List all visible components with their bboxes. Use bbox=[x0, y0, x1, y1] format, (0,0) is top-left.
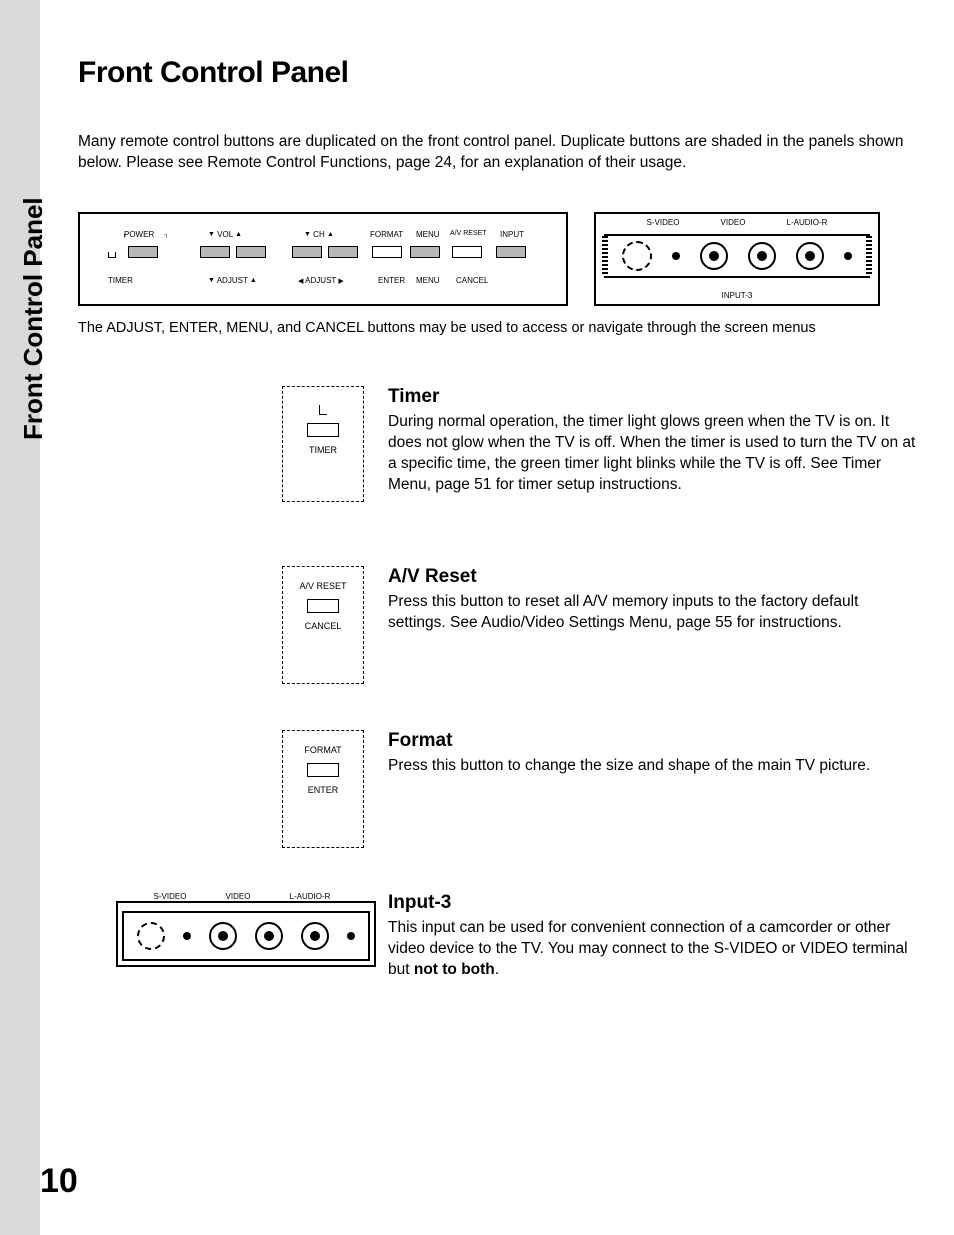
timer-heading: Timer bbox=[388, 386, 918, 408]
avreset-heading: A/V Reset bbox=[388, 566, 918, 588]
format-diagram: FORMAT ENTER bbox=[282, 730, 364, 848]
panel-ridge-left bbox=[602, 236, 608, 276]
timer-diagram: TIMER bbox=[282, 386, 364, 502]
lbl-enter: ENTER bbox=[378, 276, 405, 285]
btn-vol-up bbox=[236, 246, 266, 258]
format-body: Press this button to change the size and… bbox=[388, 756, 918, 777]
input3-panel bbox=[116, 901, 376, 967]
screw-icon bbox=[844, 252, 852, 260]
btn-vol-down bbox=[200, 246, 230, 258]
page-content: Front Control Panel Many remote control … bbox=[78, 56, 918, 981]
timer-label: TIMER bbox=[309, 445, 337, 455]
input3-labels: S-VIDEO VIDEO L-AUDIO-R bbox=[116, 892, 368, 901]
audio-l-jack-icon bbox=[255, 922, 283, 950]
avreset-top-label: A/V RESET bbox=[299, 581, 346, 591]
avreset-bottom-label: CANCEL bbox=[305, 621, 342, 631]
btn-input bbox=[496, 246, 526, 258]
audio-r-jack-icon bbox=[301, 922, 329, 950]
led-indicator bbox=[108, 252, 116, 258]
panel-ridge-right bbox=[866, 236, 872, 276]
lbl-avreset: A/V RESET bbox=[450, 230, 487, 237]
lbl-adjust2: ADJUST bbox=[305, 276, 336, 285]
lbl-video2: VIDEO bbox=[226, 892, 251, 901]
feature-timer: TIMER Timer During normal operation, the… bbox=[188, 386, 918, 502]
lbl-svideo: S-VIDEO bbox=[647, 218, 680, 227]
lbl-timer: TIMER bbox=[108, 276, 133, 285]
svideo-jack-icon bbox=[137, 922, 165, 950]
video-jack-icon bbox=[209, 922, 237, 950]
lbl-adjust1: ADJUST bbox=[217, 276, 248, 285]
avreset-body: Press this button to reset all A/V memor… bbox=[388, 592, 918, 634]
mini-button-icon bbox=[307, 763, 339, 777]
led-shape-icon bbox=[319, 405, 327, 415]
lbl-input: INPUT bbox=[500, 230, 524, 239]
lbl-laudior2: L-AUDIO-R bbox=[290, 892, 331, 901]
format-heading: Format bbox=[388, 730, 918, 752]
lbl-menu2: MENU bbox=[416, 276, 440, 285]
lbl-laudior: L-AUDIO-R bbox=[787, 218, 828, 227]
screw-icon bbox=[183, 932, 191, 940]
btn-format bbox=[372, 246, 402, 258]
lbl-svideo2: S-VIDEO bbox=[154, 892, 187, 901]
screw-icon bbox=[347, 932, 355, 940]
input3-body-bold: not to both bbox=[414, 961, 495, 978]
audio-r-jack-icon bbox=[796, 242, 824, 270]
audio-l-jack-icon bbox=[748, 242, 776, 270]
screw-icon bbox=[672, 252, 680, 260]
feature-avreset: A/V RESET CANCEL A/V Reset Press this bu… bbox=[188, 566, 918, 684]
lbl-cancel: CANCEL bbox=[456, 276, 488, 285]
front-jacks-panel: S-VIDEO VIDEO L-AUDIO-R INPUT-3 bbox=[594, 212, 880, 306]
feature-input3: S-VIDEO VIDEO L-AUDIO-R Input-3 This inp… bbox=[108, 892, 918, 981]
mini-button-icon bbox=[307, 599, 339, 613]
lbl-ch: CH bbox=[313, 230, 325, 239]
lbl-vol: VOL bbox=[217, 230, 233, 239]
page-title: Front Control Panel bbox=[78, 56, 918, 90]
front-buttons-panel: POWER ┌ ┐ ▼ VOL ▲ ▼ CH ▲ FORMAT MENU A/V… bbox=[78, 212, 568, 306]
side-tab-label: Front Control Panel bbox=[18, 197, 49, 440]
lbl-power: POWER bbox=[124, 230, 154, 239]
timer-body: During normal operation, the timer light… bbox=[388, 412, 918, 496]
btn-ch-down bbox=[292, 246, 322, 258]
page-number: 10 bbox=[40, 1162, 78, 1201]
btn-power bbox=[128, 246, 158, 258]
mini-button-icon bbox=[307, 423, 339, 437]
format-bottom-label: ENTER bbox=[308, 785, 339, 795]
avreset-diagram: A/V RESET CANCEL bbox=[282, 566, 364, 684]
format-top-label: FORMAT bbox=[304, 745, 341, 755]
svideo-jack-icon bbox=[622, 241, 652, 271]
lbl-input3: INPUT-3 bbox=[596, 291, 878, 300]
input3-body-post: . bbox=[495, 961, 499, 978]
lbl-video: VIDEO bbox=[721, 218, 746, 227]
lbl-menu: MENU bbox=[416, 230, 440, 239]
input3-body: This input can be used for convenient co… bbox=[388, 918, 918, 981]
feature-format: FORMAT ENTER Format Press this button to… bbox=[188, 730, 918, 848]
btn-avreset bbox=[452, 246, 482, 258]
side-strip bbox=[0, 0, 40, 1235]
btn-ch-up bbox=[328, 246, 358, 258]
lbl-format: FORMAT bbox=[370, 230, 403, 239]
panel-caption: The ADJUST, ENTER, MENU, and CANCEL butt… bbox=[78, 320, 918, 336]
input3-heading: Input-3 bbox=[388, 892, 918, 914]
intro-paragraph: Many remote control buttons are duplicat… bbox=[78, 132, 918, 174]
panel-diagram: POWER ┌ ┐ ▼ VOL ▲ ▼ CH ▲ FORMAT MENU A/V… bbox=[78, 212, 918, 306]
video-jack-icon bbox=[700, 242, 728, 270]
btn-menu bbox=[410, 246, 440, 258]
